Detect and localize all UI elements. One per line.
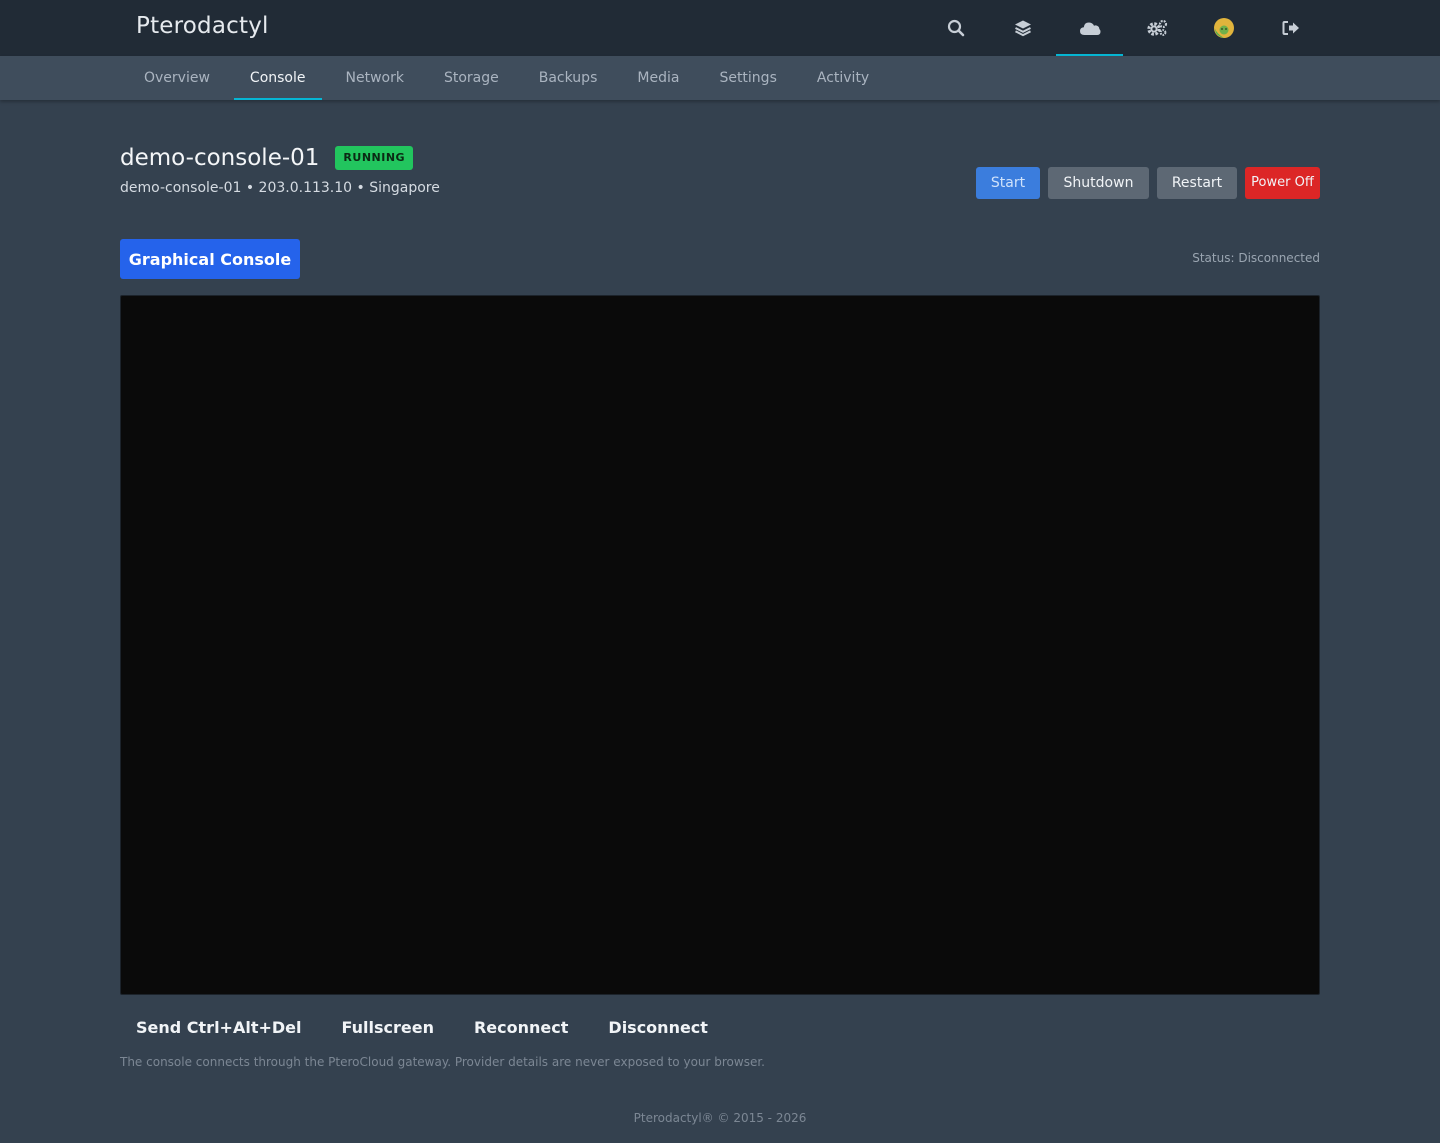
search-button[interactable] xyxy=(922,0,989,56)
tab-network[interactable]: Network xyxy=(330,56,420,100)
layers-icon xyxy=(1014,20,1031,37)
console-screen[interactable] xyxy=(120,295,1320,995)
tab-overview[interactable]: Overview xyxy=(128,56,226,100)
restart-button[interactable]: Restart xyxy=(1157,167,1237,199)
cloud-icon xyxy=(1079,22,1100,35)
search-icon xyxy=(947,19,964,37)
send-ctrl-alt-del-button[interactable]: Send Ctrl+Alt+Del xyxy=(120,1016,318,1040)
account-button[interactable] xyxy=(1190,0,1257,56)
reconnect-button[interactable]: Reconnect xyxy=(458,1016,584,1040)
server-subtitle: demo-console-01 • 203.0.113.10 • Singapo… xyxy=(120,180,440,196)
sign-out-button[interactable] xyxy=(1257,0,1324,56)
console-actions: Send Ctrl+Alt+Del Fullscreen Reconnect D… xyxy=(120,1016,732,1040)
start-button[interactable]: Start xyxy=(976,167,1040,199)
brand-logo-text[interactable]: Pterodactyl xyxy=(136,13,269,39)
tab-console[interactable]: Console xyxy=(233,56,322,100)
connection-status: Status: Disconnected xyxy=(1192,251,1320,265)
disconnect-button[interactable]: Disconnect xyxy=(592,1016,724,1040)
tab-media[interactable]: Media xyxy=(621,56,695,100)
avatar xyxy=(1213,18,1234,38)
server-subnav: Overview Console Network Storage Backups… xyxy=(0,56,1440,100)
graphical-console-button[interactable]: Graphical Console xyxy=(120,239,300,279)
tab-activity[interactable]: Activity xyxy=(801,56,885,100)
power-off-button[interactable]: Power Off xyxy=(1245,167,1320,199)
top-navbar: Pterodactyl xyxy=(0,0,1440,56)
shutdown-button[interactable]: Shutdown xyxy=(1048,167,1149,199)
gateway-note: The console connects through the PteroCl… xyxy=(120,1055,765,1069)
subnav-tabs: Overview Console Network Storage Backups… xyxy=(128,56,893,100)
servers-button[interactable] xyxy=(989,0,1056,56)
tab-backups[interactable]: Backups xyxy=(523,56,614,100)
sign-out-icon xyxy=(1282,21,1299,35)
tab-storage[interactable]: Storage xyxy=(428,56,515,100)
cloud-button[interactable] xyxy=(1056,0,1123,56)
gears-icon xyxy=(1146,19,1167,36)
server-header: demo-console-01 RUNNING xyxy=(120,145,414,171)
page-title: demo-console-01 xyxy=(120,145,320,171)
status-badge: RUNNING xyxy=(335,146,414,170)
fullscreen-button[interactable]: Fullscreen xyxy=(326,1016,450,1040)
top-icon-bar xyxy=(922,0,1324,56)
footer-copyright: Pterodactyl® © 2015 - 2026 xyxy=(633,1111,807,1125)
power-controls: Start Shutdown Restart Power Off xyxy=(976,167,1320,199)
admin-settings-button[interactable] xyxy=(1123,0,1190,56)
tab-settings[interactable]: Settings xyxy=(703,56,792,100)
